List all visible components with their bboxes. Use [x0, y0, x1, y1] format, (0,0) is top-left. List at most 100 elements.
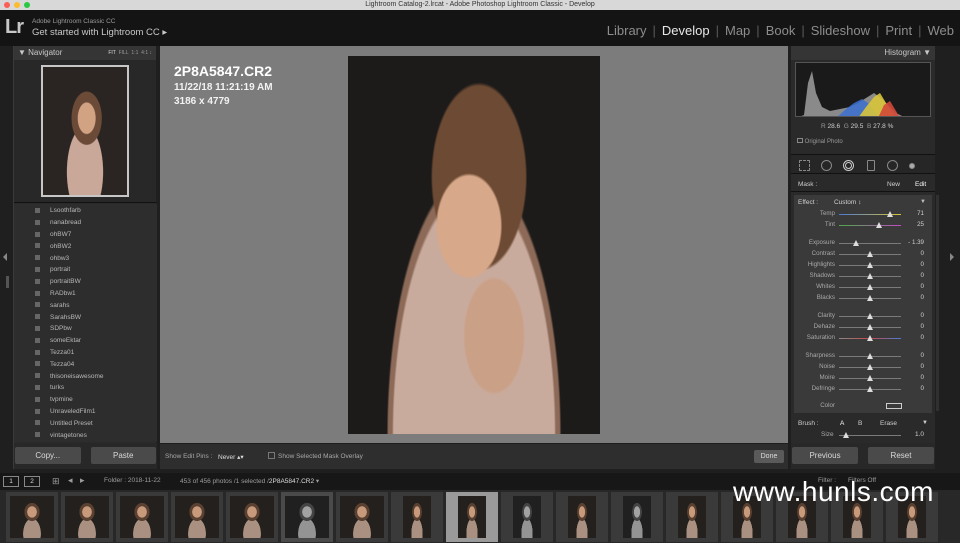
reset-button[interactable]: Reset — [868, 447, 934, 464]
slider-knob[interactable] — [867, 364, 873, 370]
copy-button[interactable]: Copy... — [15, 447, 81, 464]
mask-edit[interactable]: Edit — [915, 177, 926, 192]
effect-select[interactable]: Custom ↕ — [834, 199, 861, 206]
filmstrip-thumbnail[interactable] — [6, 492, 58, 542]
slider-knob[interactable] — [875, 222, 882, 228]
slider-value[interactable]: 0 — [921, 323, 924, 330]
module-map[interactable]: Map — [725, 23, 750, 38]
secondary-display-button[interactable]: 2 — [24, 476, 40, 487]
slider-knob[interactable] — [867, 284, 873, 290]
preset-item[interactable]: sarahs — [14, 299, 157, 311]
slider-knob[interactable] — [867, 313, 873, 319]
left-panel-toggle-icon[interactable] — [3, 253, 7, 261]
slider-value[interactable]: 0 — [921, 334, 924, 341]
filmstrip-thumbnail[interactable] — [336, 492, 388, 542]
mask-overlay-checkbox[interactable] — [268, 452, 275, 459]
main-photo[interactable] — [348, 56, 600, 434]
preset-item[interactable]: portrait — [14, 264, 157, 276]
size-knob[interactable] — [843, 432, 849, 438]
back-arrow-icon[interactable]: ◂ — [68, 476, 73, 485]
edit-pins-select[interactable]: Never ▴▾ — [218, 453, 244, 461]
left-scrollbar[interactable] — [6, 276, 9, 288]
module-print[interactable]: Print — [885, 23, 912, 38]
preset-item[interactable]: ohBW7 — [14, 229, 157, 241]
mask-new[interactable]: New — [887, 177, 900, 192]
slider-knob[interactable] — [867, 262, 873, 268]
tint-slider[interactable]: Tint 25 — [794, 221, 932, 230]
preset-item[interactable]: Tezza01 — [14, 347, 157, 359]
paste-button[interactable]: Paste — [90, 447, 156, 464]
image-canvas[interactable]: 2P8A5847.CR2 11/22/18 11:21:19 AM 3186 x… — [160, 46, 788, 443]
size-value[interactable]: 1.0 — [915, 431, 924, 438]
slider-value[interactable]: 0 — [921, 374, 924, 381]
filmstrip-thumbnail[interactable] — [171, 492, 223, 542]
slider-knob[interactable] — [867, 386, 873, 392]
preset-item[interactable]: tvpmine — [14, 394, 157, 406]
slider-value[interactable]: 71 — [917, 210, 924, 217]
contrast-slider[interactable]: Contrast 0 — [794, 250, 932, 259]
preset-item[interactable]: ohbw3 — [14, 252, 157, 264]
dehaze-slider[interactable]: Dehaze 0 — [794, 323, 932, 332]
slider-value[interactable]: 0 — [921, 312, 924, 319]
preset-item[interactable]: turks — [14, 382, 157, 394]
slider-value[interactable]: 0 — [921, 272, 924, 279]
adjustment-brush-icon[interactable] — [909, 163, 915, 169]
slider-knob[interactable] — [867, 251, 873, 257]
filmstrip-thumbnail[interactable] — [61, 492, 113, 542]
filmstrip-count[interactable]: 453 of 456 photos /1 selected /2P8A5847.… — [180, 477, 319, 485]
filmstrip-thumbnail[interactable] — [611, 492, 663, 542]
navigator-header[interactable]: ▼ Navigator FIT FILL 1:1 4:1 ↕ — [14, 46, 156, 60]
preset-item[interactable]: someEktar — [14, 335, 157, 347]
filmstrip-thumbnail[interactable] — [116, 492, 168, 542]
zoom-1-1[interactable]: 1:1 — [131, 50, 138, 56]
noise-slider[interactable]: Noise 0 — [794, 363, 932, 372]
moire-slider[interactable]: Moire 0 — [794, 374, 932, 383]
slider-knob[interactable] — [867, 324, 873, 330]
module-library[interactable]: Library — [607, 23, 647, 38]
slider-knob[interactable] — [867, 273, 873, 279]
original-photo-toggle[interactable]: Original Photo — [797, 138, 843, 145]
shadows-slider[interactable]: Shadows 0 — [794, 272, 932, 281]
red-eye-icon[interactable] — [843, 160, 854, 171]
filmstrip-thumbnail[interactable] — [666, 492, 718, 542]
defringe-slider[interactable]: Defringe 0 — [794, 385, 932, 394]
navigator-preview[interactable] — [14, 60, 156, 203]
right-panel-toggle-icon[interactable] — [950, 253, 954, 261]
slider-track[interactable] — [839, 243, 901, 244]
preset-item[interactable]: SarahsBW — [14, 311, 157, 323]
filmstrip-folder[interactable]: Folder : 2018-11-22 — [104, 477, 161, 484]
blacks-slider[interactable]: Blacks 0 — [794, 294, 932, 303]
saturation-slider[interactable]: Saturation 0 — [794, 334, 932, 343]
module-web[interactable]: Web — [928, 23, 955, 38]
slider-value[interactable]: 0 — [921, 283, 924, 290]
slider-knob[interactable] — [867, 375, 873, 381]
preset-item[interactable]: nanabread — [14, 217, 157, 229]
slider-knob[interactable] — [867, 353, 873, 359]
slider-value[interactable]: 0 — [921, 363, 924, 370]
slider-value[interactable]: 25 — [917, 221, 924, 228]
preset-item[interactable]: UnraveledFilm1 — [14, 406, 157, 418]
preset-item[interactable]: SDPbw — [14, 323, 157, 335]
graduated-filter-icon[interactable] — [867, 160, 875, 171]
clarity-slider[interactable]: Clarity 0 — [794, 312, 932, 321]
zoom-4-1[interactable]: 4:1 ↕ — [141, 50, 152, 56]
preset-item[interactable]: thisoneisawesome — [14, 370, 157, 382]
slider-knob[interactable] — [886, 211, 893, 217]
histogram-graph[interactable] — [795, 62, 931, 117]
zoom-fill[interactable]: FILL — [119, 50, 129, 56]
preset-item[interactable]: Untitled Preset — [14, 417, 157, 429]
filmstrip-thumbnail-selected[interactable] — [446, 492, 498, 542]
get-started-link[interactable]: Get started with Lightroom CC ▸ — [32, 27, 167, 38]
slider-knob[interactable] — [853, 240, 860, 246]
temp-slider[interactable]: Temp 71 — [794, 210, 932, 219]
module-book[interactable]: Book — [766, 23, 796, 38]
original-photo-checkbox[interactable] — [797, 138, 803, 143]
preset-item[interactable]: portraitBW — [14, 276, 157, 288]
histogram-header[interactable]: Histogram ▼ — [791, 46, 935, 60]
previous-button[interactable]: Previous — [792, 447, 858, 464]
effect-collapse-icon[interactable]: ▼ — [920, 199, 926, 205]
brush-a-button[interactable]: A — [840, 420, 844, 427]
right-panel-scrollbar[interactable] — [936, 195, 939, 411]
module-slideshow[interactable]: Slideshow — [811, 23, 870, 38]
slider-knob[interactable] — [867, 335, 873, 341]
